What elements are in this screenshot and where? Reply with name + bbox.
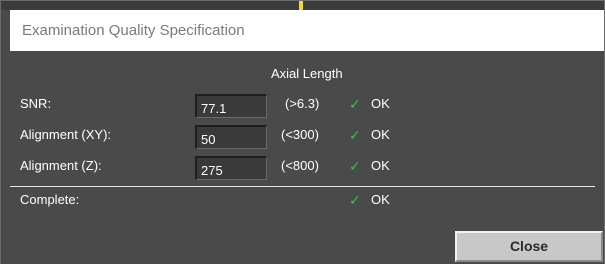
checkmark-icon: ✓	[349, 158, 361, 174]
alignment-xy-value-field: 50	[195, 125, 267, 149]
top-strip	[1, 1, 604, 10]
title-bar: Examination Quality Specification	[10, 10, 604, 51]
checkmark-icon: ✓	[349, 192, 361, 208]
snr-label: SNR:	[20, 96, 52, 111]
section-header-axial-length: Axial Length	[271, 66, 343, 81]
complete-status: OK	[371, 192, 390, 207]
snr-value-field: 77.1	[195, 94, 267, 118]
alignment-z-label: Alignment (Z):	[20, 158, 102, 173]
close-button[interactable]: Close	[455, 231, 603, 262]
complete-label: Complete:	[20, 192, 80, 207]
alignment-xy-label: Alignment (XY):	[20, 127, 112, 142]
snr-status: OK	[371, 96, 390, 111]
alignment-z-value-field: 275	[195, 156, 267, 180]
left-edge	[1, 10, 10, 51]
quality-dialog: Examination Quality Specification Axial …	[0, 0, 605, 264]
snr-threshold: (>6.3)	[285, 96, 320, 111]
checkmark-icon: ✓	[349, 96, 361, 112]
checkmark-icon: ✓	[349, 127, 361, 143]
divider	[10, 186, 595, 187]
dialog-body: Axial Length SNR: 77.1 (>6.3) ✓ OK Align…	[1, 51, 604, 264]
alignment-z-threshold: (<800)	[281, 158, 319, 173]
dialog-title: Examination Quality Specification	[22, 22, 245, 39]
alignment-xy-status: OK	[371, 127, 390, 142]
top-marker	[299, 1, 303, 10]
alignment-xy-threshold: (<300)	[281, 127, 319, 142]
alignment-z-status: OK	[371, 158, 390, 173]
